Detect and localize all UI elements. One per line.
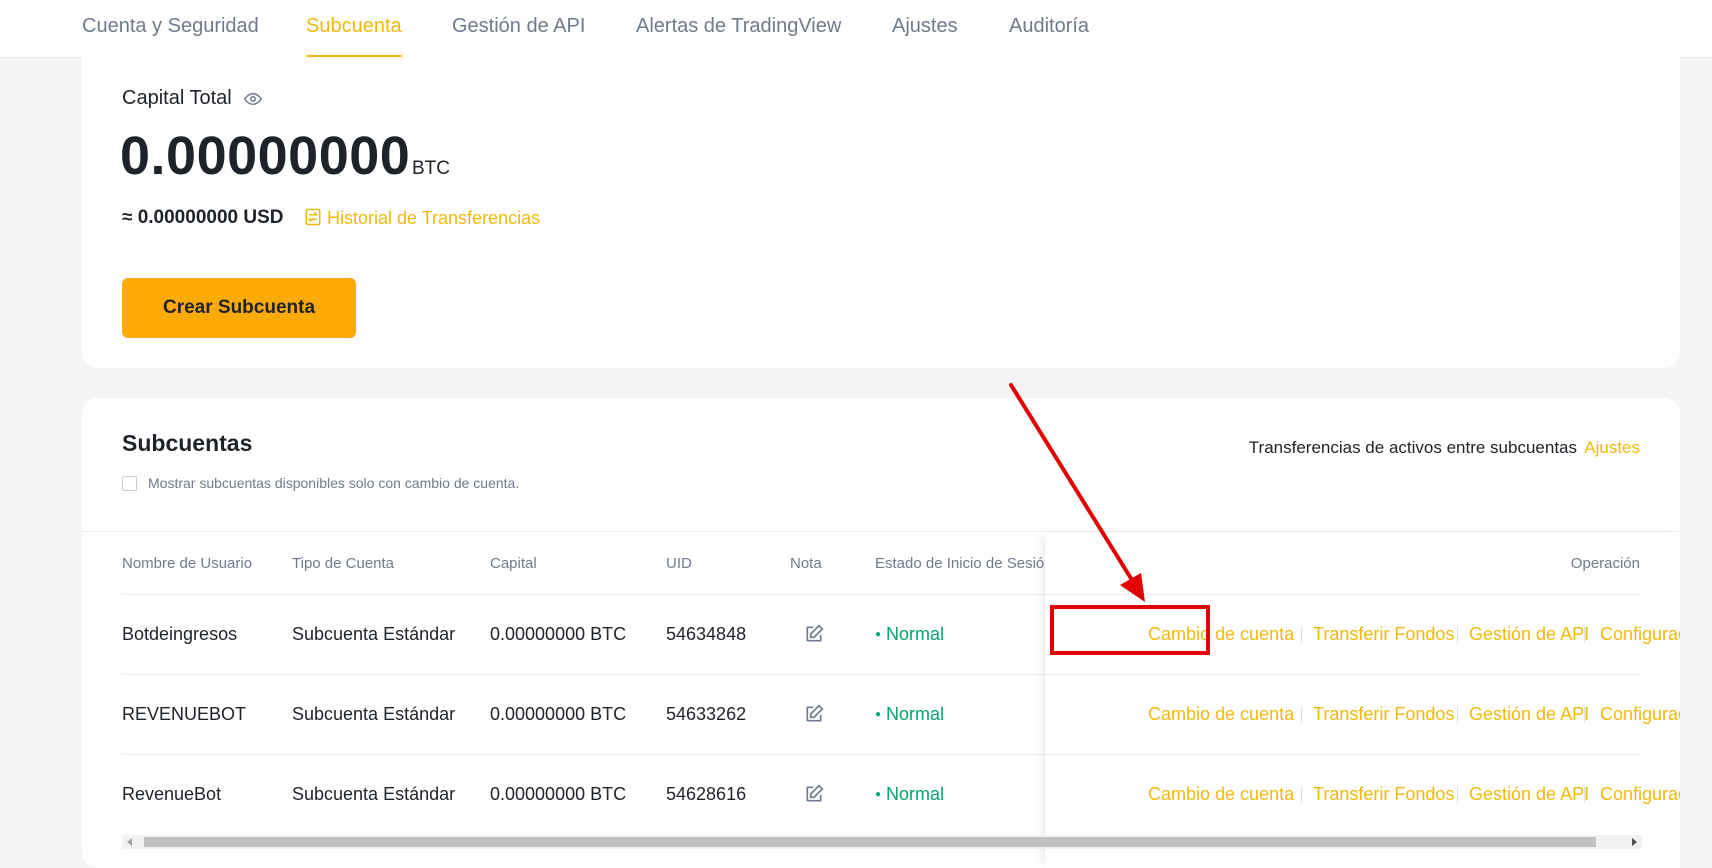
row2-transfer-funds-link[interactable]: Transferir Fondos: [1313, 704, 1454, 725]
row2-api-management-link[interactable]: Gestión de API: [1469, 704, 1589, 725]
row3-transfer-funds-link[interactable]: Transferir Fondos: [1313, 784, 1454, 805]
row1-username: Botdeingresos: [122, 624, 238, 644]
row2-type: Subcuenta Estándar: [292, 704, 456, 724]
tab-auditoria[interactable]: Auditoría: [1009, 0, 1089, 57]
row3-uid: 54628616: [666, 784, 747, 804]
row1-api-management-link[interactable]: Gestión de API: [1469, 624, 1589, 645]
op-separator: [1301, 627, 1302, 643]
horizontal-scrollbar[interactable]: [122, 835, 1642, 849]
row-divider: [1045, 754, 1640, 755]
row3-capital: 0.00000000 BTC: [490, 784, 627, 804]
eye-icon[interactable]: [244, 90, 262, 108]
op-separator: [1584, 627, 1585, 643]
show-available-checkbox[interactable]: [122, 476, 137, 491]
row1-transfer-funds-link[interactable]: Transferir Fondos: [1313, 624, 1454, 645]
row2-capital: 0.00000000 BTC: [490, 704, 627, 724]
transfer-settings-link[interactable]: Ajustes: [1584, 438, 1640, 458]
row3-status: Normal: [875, 784, 944, 805]
edit-note-icon[interactable]: [804, 784, 824, 804]
tab-cuenta-seguridad[interactable]: Cuenta y Seguridad: [82, 0, 259, 57]
scroll-right-arrow-icon[interactable]: [1632, 838, 1637, 846]
capital-card: Capital Total 0.00000000 BTC ≈ 0.0000000…: [82, 57, 1680, 368]
transfer-history-icon[interactable]: [304, 208, 322, 226]
operations-panel: Operación Cambio de cuenta Transferir Fo…: [1045, 532, 1680, 868]
op-separator: [1584, 707, 1585, 723]
tab-subcuenta[interactable]: Subcuenta: [306, 0, 402, 57]
row3-username: RevenueBot: [122, 784, 222, 804]
asset-transfer-text: Transferencias de activos entre subcuent…: [1248, 438, 1577, 457]
row2-configuration-link[interactable]: Configuración: [1600, 704, 1680, 725]
create-subaccount-button[interactable]: Crear Subcuenta: [122, 278, 356, 338]
col-capital: Capital: [490, 555, 537, 572]
row3-type: Subcuenta Estándar: [292, 784, 456, 804]
col-note: Nota: [790, 555, 822, 572]
row1-uid: 54634848: [666, 624, 747, 644]
row1-configuration-link[interactable]: Configuración: [1600, 624, 1680, 645]
row3-configuration-link[interactable]: Configuración: [1600, 784, 1680, 805]
annotation-highlight-box: [1050, 605, 1210, 655]
op-separator: [1301, 707, 1302, 723]
op-separator: [1584, 787, 1585, 803]
tab-gestion-api[interactable]: Gestión de API: [452, 0, 585, 57]
scrollbar-thumb[interactable]: [144, 837, 1596, 847]
scroll-left-arrow-icon[interactable]: [127, 838, 132, 846]
row2-username: REVENUEBOT: [122, 704, 247, 724]
transfer-history-link[interactable]: Historial de Transferencias: [327, 208, 540, 229]
col-username: Nombre de Usuario: [122, 555, 253, 572]
row1-capital: 0.00000000 BTC: [490, 624, 627, 644]
col-login-status: Estado de Inicio de Sesió: [875, 555, 1045, 572]
col-account-type: Tipo de Cuenta: [292, 555, 395, 572]
capital-total-value: 0.00000000: [120, 126, 411, 186]
op-separator: [1457, 707, 1458, 723]
edit-note-icon[interactable]: [804, 624, 824, 644]
capital-unit: BTC: [412, 158, 450, 179]
show-available-label: Mostrar subcuentas disponibles solo con …: [148, 475, 520, 491]
capital-total-label: Capital Total: [122, 87, 232, 109]
tab-ajustes[interactable]: Ajustes: [892, 0, 958, 57]
row2-switch-account-link[interactable]: Cambio de cuenta: [1148, 704, 1294, 725]
col-operation: Operación: [1570, 555, 1640, 572]
op-separator: [1301, 787, 1302, 803]
row2-status: Normal: [875, 704, 944, 725]
tab-alertas-tradingview[interactable]: Alertas de TradingView: [636, 0, 841, 57]
op-separator: [1457, 787, 1458, 803]
row3-switch-account-link[interactable]: Cambio de cuenta: [1148, 784, 1294, 805]
subaccounts-title: Subcuentas: [122, 430, 253, 456]
row1-status: Normal: [875, 624, 944, 645]
edit-note-icon[interactable]: [804, 704, 824, 724]
row-divider: [1045, 594, 1640, 595]
capital-usd-value: ≈ 0.00000000 USD: [122, 207, 284, 228]
row3-api-management-link[interactable]: Gestión de API: [1469, 784, 1589, 805]
top-tab-bar: Cuenta y Seguridad Subcuenta Gestión de …: [0, 0, 1712, 58]
row-divider: [1045, 674, 1640, 675]
col-uid: UID: [666, 555, 692, 572]
subaccounts-card: Subcuentas Mostrar subcuentas disponible…: [82, 398, 1680, 868]
row1-type: Subcuenta Estándar: [292, 624, 456, 644]
row2-uid: 54633262: [666, 704, 747, 724]
op-separator: [1457, 627, 1458, 643]
